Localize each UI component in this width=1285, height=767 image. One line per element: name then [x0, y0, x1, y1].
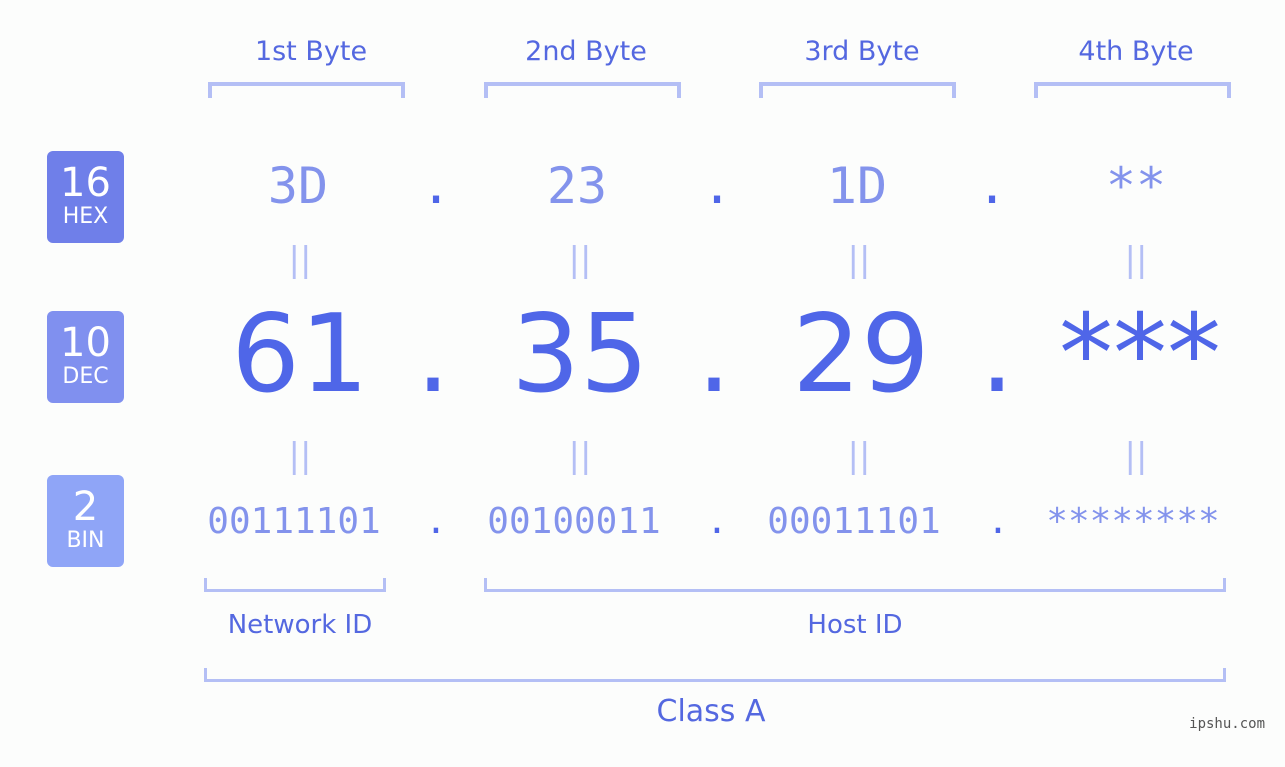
dec-base-number: 10 [60, 320, 111, 366]
network-id-bracket [204, 578, 386, 592]
hex-octet-4: ** [1105, 157, 1167, 215]
byte-bracket-4 [1034, 82, 1231, 98]
hex-base-number: 16 [60, 160, 111, 206]
byte-bracket-2 [484, 82, 681, 98]
host-id-label: Host ID [807, 610, 903, 640]
bin-octet-3: 00011101 [767, 501, 941, 542]
dec-octet-1: 61 [231, 292, 369, 417]
bin-octet-2: 00100011 [487, 501, 661, 542]
dec-base-label: DEC [62, 364, 109, 389]
equals-sign: || [1124, 240, 1148, 280]
hex-octet-3: 1D [826, 157, 888, 215]
byte-label-1: 1st Byte [254, 36, 368, 67]
bin-badge: 2 BIN [47, 475, 124, 567]
dec-octet-4: *** [1059, 292, 1221, 417]
byte-label-4: 4th Byte [1078, 36, 1194, 67]
class-label: Class A [656, 694, 766, 729]
equals-sign: || [288, 240, 312, 280]
byte-label-3: 3rd Byte [804, 36, 920, 67]
equals-sign: || [847, 436, 871, 476]
bin-dot-2: . [706, 501, 728, 542]
host-id-bracket [484, 578, 1226, 592]
hex-octet-2: 23 [546, 157, 608, 215]
equals-sign: || [568, 436, 592, 476]
equals-sign: || [568, 240, 592, 280]
byte-label-2: 2nd Byte [525, 36, 647, 67]
dec-badge: 10 DEC [47, 311, 124, 403]
hex-badge: 16 HEX [47, 151, 124, 243]
hex-base-label: HEX [62, 204, 109, 229]
bin-octet-4: ******** [1046, 501, 1220, 542]
hex-dot-1: . [420, 157, 452, 215]
equals-sign: || [847, 240, 871, 280]
hex-dot-3: . [976, 157, 1008, 215]
hex-octet-1: 3D [267, 157, 329, 215]
dec-octet-3: 29 [792, 292, 930, 417]
equals-sign: || [1124, 436, 1148, 476]
bin-dot-3: . [987, 501, 1009, 542]
bin-dot-1: . [425, 501, 447, 542]
bin-base-label: BIN [66, 528, 105, 553]
class-bracket [204, 668, 1226, 682]
byte-bracket-1 [208, 82, 405, 98]
dec-octet-2: 35 [511, 292, 649, 417]
watermark: ipshu.com [1189, 716, 1265, 732]
hex-dot-2: . [701, 157, 733, 215]
bin-octet-1: 00111101 [207, 501, 381, 542]
byte-bracket-3 [759, 82, 956, 98]
equals-sign: || [288, 436, 312, 476]
network-id-label: Network ID [227, 610, 373, 640]
bin-base-number: 2 [72, 484, 99, 530]
